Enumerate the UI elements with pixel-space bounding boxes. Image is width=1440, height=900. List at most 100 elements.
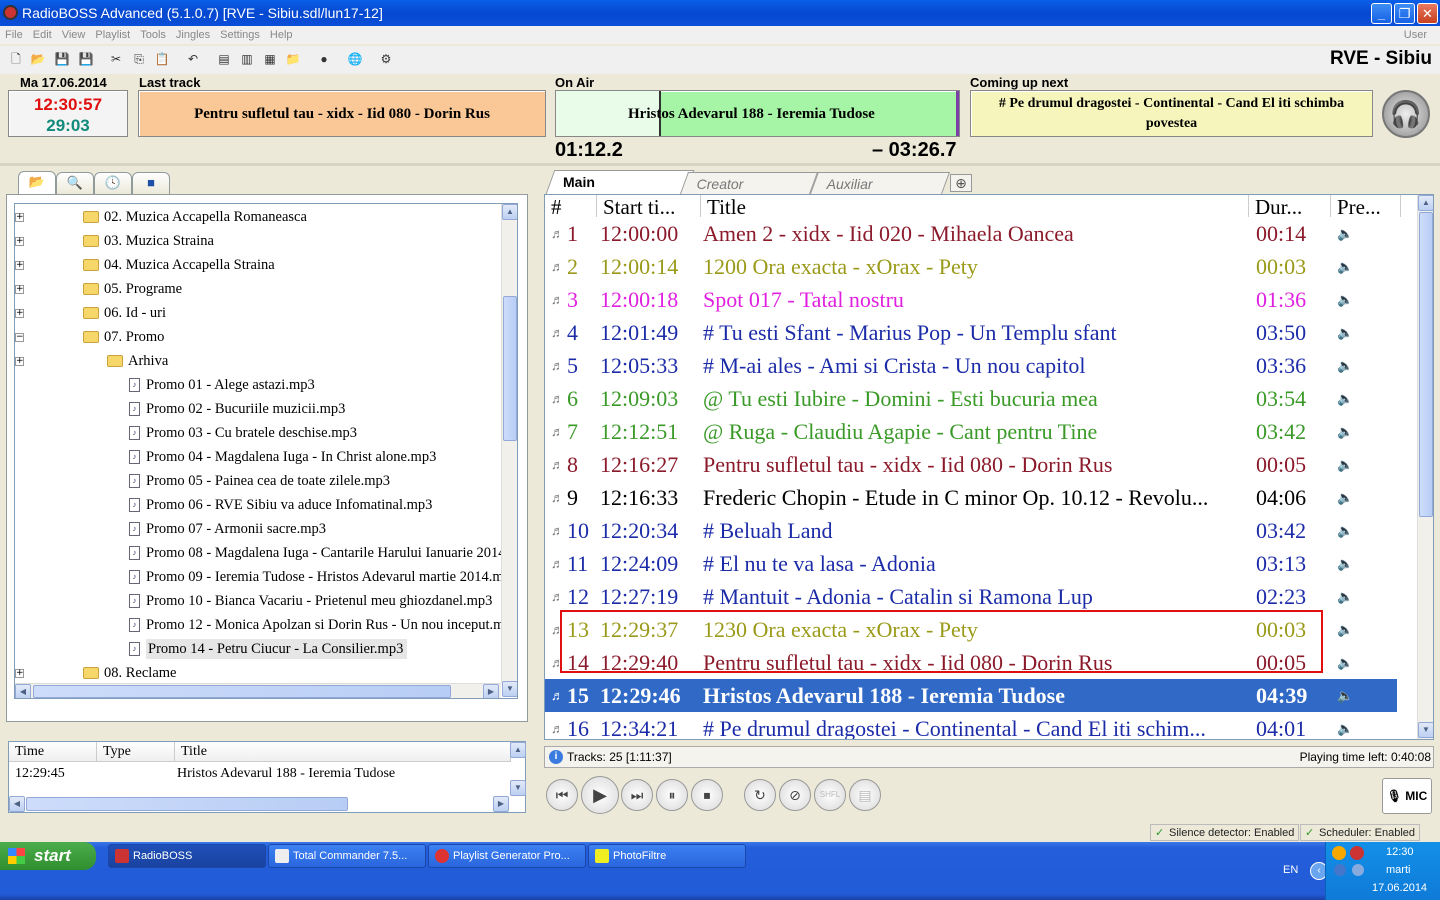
tree-item[interactable]: ♪ Promo 08 - Magdalena Iuga - Cantarile H… bbox=[129, 541, 506, 565]
tab-search[interactable]: 🔍 bbox=[56, 172, 94, 194]
start-button[interactable]: start bbox=[0, 842, 96, 870]
tree-item[interactable]: ♪ Promo 12 - Monica Apolzan si Dorin Rus … bbox=[129, 613, 512, 637]
playlist-scroll-up[interactable]: ▲ bbox=[1418, 195, 1433, 211]
expand-toggle-icon[interactable]: + bbox=[15, 237, 24, 246]
history-scroll-right[interactable]: ▶ bbox=[493, 796, 509, 812]
tree-item[interactable]: Arhiva bbox=[107, 349, 168, 373]
minimize-button[interactable]: _ bbox=[1371, 3, 1392, 24]
history-scroll-up[interactable]: ▲ bbox=[510, 742, 526, 758]
tree-item[interactable]: 06. Id - uri bbox=[83, 301, 166, 325]
tree-item[interactable]: 07. Promo bbox=[83, 325, 164, 349]
preview-speaker-icon[interactable]: 🔈 bbox=[1337, 415, 1353, 448]
playlist-row[interactable]: ♬ 1 12:00:00 Amen 2 - xidx - Iid 020 - Miha… bbox=[545, 217, 1397, 250]
col-title[interactable]: Title bbox=[701, 195, 1249, 217]
history-hscroll-thumb[interactable] bbox=[26, 797, 348, 811]
preview-speaker-icon[interactable]: 🔈 bbox=[1337, 712, 1353, 739]
radioboss-app-icon[interactable] bbox=[3, 5, 18, 20]
no-stop-button[interactable]: ⊘ bbox=[779, 779, 811, 811]
headphones-icon[interactable]: 🎧 bbox=[1382, 90, 1430, 138]
shuffle-button[interactable]: SHFL bbox=[814, 779, 846, 811]
tree-hscroll-thumb[interactable] bbox=[33, 685, 451, 698]
on-air-panel[interactable]: Hristos Adevarul 188 - Ieremia Tudose bbox=[555, 90, 960, 137]
tree-item[interactable]: ♪ Promo 05 - Painea cea de toate zilele.m… bbox=[129, 469, 390, 493]
playlist-row[interactable]: ♬ 11 12:24:09 # El nu te va lasa - Adonia 03… bbox=[545, 547, 1397, 580]
insert-folder-icon[interactable]: 📁 bbox=[285, 51, 301, 67]
history-scroll-left[interactable]: ◀ bbox=[9, 796, 25, 812]
preview-speaker-icon[interactable]: 🔈 bbox=[1337, 547, 1353, 580]
playlist-row[interactable]: ♬ 10 12:20:34 # Beluah Land 03:42 🔈 bbox=[545, 514, 1397, 547]
language-indicator[interactable]: EN bbox=[1283, 864, 1298, 876]
pause-button[interactable]: ⏸ bbox=[656, 779, 688, 811]
col-duration[interactable]: Dur... bbox=[1249, 195, 1331, 217]
scheduler-status[interactable]: ✓ Scheduler: Enabled bbox=[1300, 824, 1421, 841]
cut-icon[interactable]: ✂ bbox=[108, 51, 124, 67]
history-col-title[interactable]: Title bbox=[175, 742, 511, 762]
tray-radioboss-icon[interactable] bbox=[1350, 846, 1364, 860]
expand-toggle-icon[interactable]: + bbox=[15, 309, 24, 318]
play-button[interactable]: ▶ bbox=[581, 776, 619, 814]
paste-icon[interactable]: 📋 bbox=[154, 51, 170, 67]
tab-folders[interactable]: 📂 bbox=[18, 171, 56, 195]
preview-speaker-icon[interactable]: 🔈 bbox=[1337, 679, 1353, 712]
history-list[interactable]: Time Type Title 12:29:45 Hristos Adevaru… bbox=[8, 741, 526, 813]
tray-time[interactable]: 12:30 bbox=[1386, 846, 1414, 858]
silence-detector-status[interactable]: ✓ Silence detector: Enabled bbox=[1150, 824, 1300, 841]
tree-scroll-left[interactable]: ◀ bbox=[15, 684, 31, 698]
radio-icon[interactable]: ● bbox=[316, 51, 332, 67]
expand-toggle-icon[interactable]: + bbox=[15, 669, 24, 678]
loop-button[interactable]: ↻ bbox=[744, 779, 776, 811]
menu-edit[interactable]: Edit bbox=[28, 29, 57, 41]
menu-tools[interactable]: Tools bbox=[135, 29, 171, 41]
preview-speaker-icon[interactable]: 🔈 bbox=[1337, 613, 1353, 646]
tree-item[interactable]: ♪ Promo 01 - Alege astazi.mp3 bbox=[129, 373, 315, 397]
save-as-icon[interactable]: 💾 bbox=[78, 51, 94, 67]
tree-hscroll[interactable]: ◀ ▶ bbox=[15, 683, 501, 698]
new-icon[interactable]: 🗋 bbox=[8, 51, 24, 67]
playlist-row[interactable]: ♬ 3 12:00:18 Spot 017 - Tatal nostru 01:36 🔈 bbox=[545, 283, 1397, 316]
scheduler-gear-icon[interactable]: ⚙ bbox=[378, 51, 394, 67]
tab-creator[interactable]: Creator bbox=[679, 172, 819, 194]
tab-media[interactable]: ■ bbox=[132, 172, 170, 194]
preview-speaker-icon[interactable]: 🔈 bbox=[1337, 250, 1353, 283]
tree-item[interactable]: 05. Programe bbox=[83, 277, 182, 301]
col-preview[interactable]: Pre... bbox=[1331, 195, 1401, 217]
preview-speaker-icon[interactable]: 🔈 bbox=[1337, 283, 1353, 316]
expand-toggle-icon[interactable]: + bbox=[15, 261, 24, 270]
insert-stream-icon[interactable]: ▦ bbox=[262, 51, 278, 67]
expand-toggle-icon[interactable]: + bbox=[15, 357, 24, 366]
tree-vscroll[interactable]: ▲ ▼ bbox=[501, 204, 517, 697]
playlist-scroll-thumb[interactable] bbox=[1419, 212, 1433, 517]
tab-main[interactable]: Main bbox=[545, 170, 695, 194]
tree-item[interactable]: ♪ Promo 02 - Bucuriile muzicii.mp3 bbox=[129, 397, 345, 421]
tree-item[interactable]: ♪ Promo 04 - Magdalena Iuga - In Christ a… bbox=[129, 445, 436, 469]
tree-scroll-right[interactable]: ▶ bbox=[483, 684, 499, 698]
playlist-row[interactable]: ♬ 8 12:16:27 Pentru sufletul tau - xidx - I… bbox=[545, 448, 1397, 481]
close-button[interactable]: ✕ bbox=[1417, 3, 1438, 24]
playlist-row[interactable]: ♬ 16 12:34:21 # Pe drumul dragostei - Conti… bbox=[545, 712, 1397, 739]
list-button[interactable]: ▤ bbox=[849, 779, 881, 811]
playlist-scroll-down[interactable]: ▼ bbox=[1418, 722, 1433, 738]
playlist-row[interactable]: ♬ 12 12:27:19 # Mantuit - Adonia - Catalin … bbox=[545, 580, 1397, 613]
playlist-row[interactable]: ♬ 6 12:09:03 @ Tu esti Iubire - Domini - Es… bbox=[545, 382, 1397, 415]
mic-button[interactable]: 🎙 MIC bbox=[1382, 778, 1432, 814]
tab-history[interactable]: 🕓 bbox=[94, 172, 132, 194]
tree-item[interactable]: ♪ Promo 06 - RVE Sibiu va aduce Infomatin… bbox=[129, 493, 432, 517]
next-button[interactable]: ⏭ bbox=[621, 779, 653, 811]
tree-item[interactable]: 02. Muzica Accapella Romaneasca bbox=[83, 205, 307, 229]
tree-item[interactable]: ♪ Promo 09 - Ieremia Tudose - Hristos Ade… bbox=[129, 565, 504, 589]
tree-item[interactable]: 08. Reclame bbox=[83, 661, 176, 685]
tray-app-icon[interactable] bbox=[1332, 846, 1346, 860]
task-total-commander[interactable]: Total Commander 7.5... bbox=[268, 844, 426, 868]
menu-jingles[interactable]: Jingles bbox=[171, 29, 215, 41]
menu-file[interactable]: File bbox=[0, 29, 28, 41]
tree-item[interactable]: ♪ Promo 10 - Bianca Vacariu - Prietenul m… bbox=[129, 589, 492, 613]
preview-speaker-icon[interactable]: 🔈 bbox=[1337, 349, 1353, 382]
previous-button[interactable]: ⏮ bbox=[546, 779, 578, 811]
preview-speaker-icon[interactable]: 🔈 bbox=[1337, 514, 1353, 547]
history-scroll-down[interactable]: ▼ bbox=[510, 780, 526, 796]
insert-list-icon[interactable]: ▥ bbox=[239, 51, 255, 67]
preview-speaker-icon[interactable]: 🔈 bbox=[1337, 646, 1353, 679]
add-tab-icon[interactable]: ⊕ bbox=[950, 174, 972, 192]
insert-track-icon[interactable]: ▤ bbox=[216, 51, 232, 67]
playlist-row[interactable]: ♬ 9 12:16:33 Frederic Chopin - Etude in C m… bbox=[545, 481, 1397, 514]
